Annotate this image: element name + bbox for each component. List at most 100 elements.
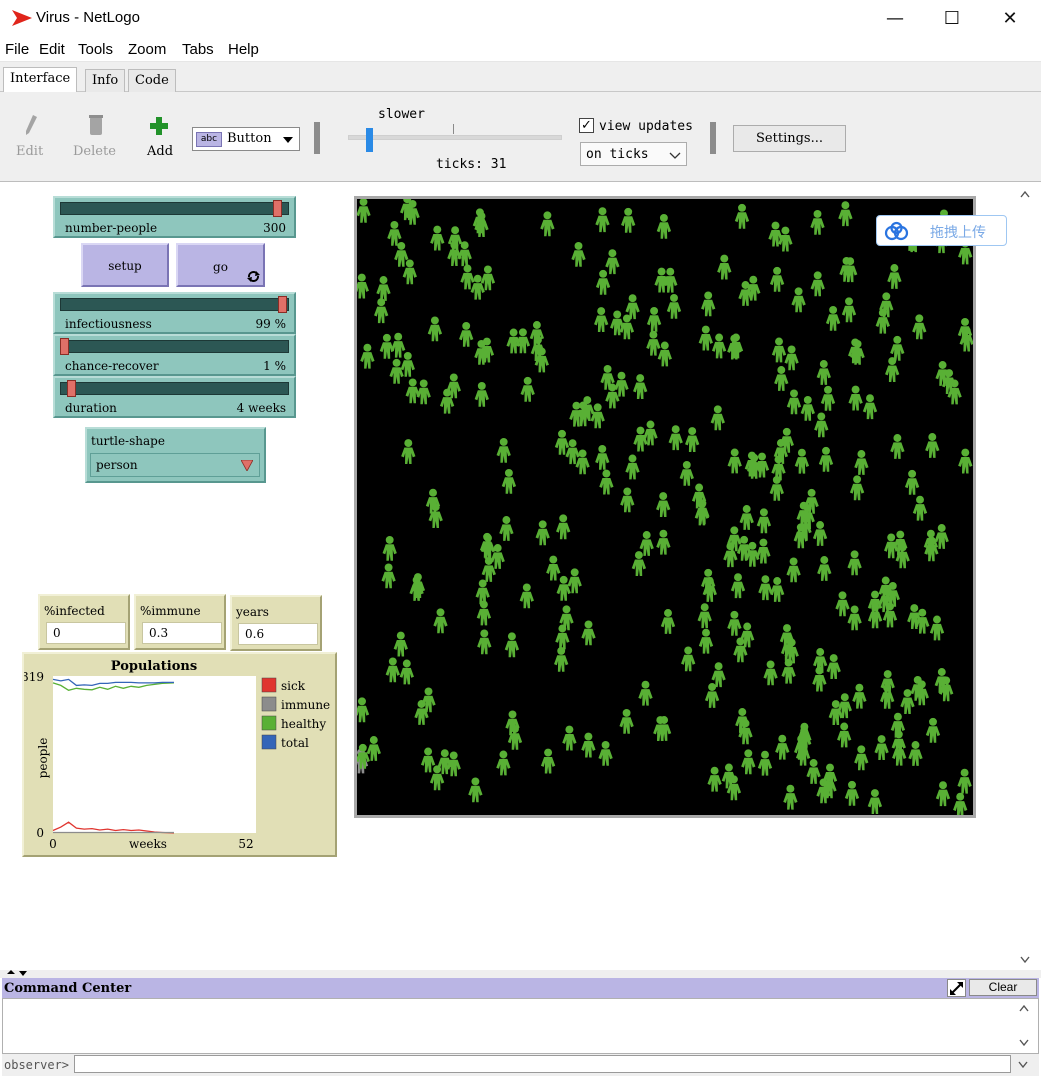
expand-icon bbox=[950, 982, 963, 995]
turtle-person bbox=[595, 444, 610, 470]
turtle-person bbox=[835, 591, 850, 617]
turtle-person bbox=[619, 314, 635, 340]
maximize-button[interactable]: ☐ bbox=[940, 8, 964, 30]
settings-button[interactable]: Settings... bbox=[733, 125, 846, 152]
turtle-person bbox=[496, 437, 511, 463]
tab-info[interactable]: Info bbox=[85, 69, 126, 92]
world-view[interactable] bbox=[353, 195, 976, 818]
chevron-down-icon[interactable] bbox=[1018, 1061, 1028, 1068]
x-axis-label: weeks bbox=[129, 837, 167, 851]
menu-zoom[interactable]: Zoom bbox=[128, 41, 166, 58]
chooser-dropdown[interactable]: person bbox=[90, 453, 260, 477]
menu-tools[interactable]: Tools bbox=[78, 41, 113, 58]
turtle-person bbox=[848, 385, 863, 411]
turtle-person bbox=[401, 439, 416, 464]
update-mode-dropdown[interactable]: on ticks bbox=[580, 142, 687, 166]
turtle-person bbox=[646, 306, 662, 332]
speed-slider[interactable] bbox=[348, 135, 562, 140]
turtle-person bbox=[707, 766, 722, 792]
speed-slider-thumb[interactable] bbox=[366, 128, 373, 152]
legend-label-healthy: healthy bbox=[281, 717, 326, 731]
turtle-person bbox=[710, 405, 725, 431]
turtle-person bbox=[581, 732, 596, 758]
slider-duration[interactable]: duration 4 weeks bbox=[53, 376, 296, 418]
slider-track bbox=[60, 202, 289, 215]
command-center-output[interactable] bbox=[2, 998, 1039, 1054]
slider-chance-recover[interactable]: chance-recover 1 % bbox=[53, 334, 296, 376]
delete-button[interactable]: Delete bbox=[72, 112, 122, 162]
view-updates-checkbox[interactable]: ✓ bbox=[579, 118, 594, 133]
turtle-person bbox=[402, 259, 417, 285]
turtle-person bbox=[786, 557, 801, 583]
edit-label: Edit bbox=[16, 144, 44, 159]
split-arrows-icon[interactable] bbox=[5, 970, 29, 978]
button-widget-icon: abc bbox=[196, 132, 222, 147]
turtle-person bbox=[477, 629, 492, 655]
turtle-person bbox=[810, 209, 825, 235]
turtle-person bbox=[405, 378, 420, 404]
clear-button[interactable]: Clear bbox=[969, 979, 1037, 996]
slider-thumb[interactable] bbox=[273, 200, 283, 217]
tab-code[interactable]: Code bbox=[128, 69, 176, 92]
turtle-person bbox=[501, 468, 517, 494]
turtle-person bbox=[554, 429, 570, 455]
turtle-person bbox=[741, 749, 756, 775]
agent-prompt[interactable]: observer> bbox=[4, 1058, 69, 1072]
add-button[interactable]: Add bbox=[144, 114, 176, 162]
turtle-person bbox=[400, 351, 415, 377]
turtle-person bbox=[852, 683, 867, 709]
cloud-upload-icon bbox=[884, 221, 909, 241]
turtle-person bbox=[953, 792, 968, 818]
turtle-person bbox=[354, 273, 369, 299]
slider-thumb[interactable] bbox=[277, 296, 287, 313]
setup-button[interactable]: setup bbox=[81, 243, 169, 287]
scroll-down-icon[interactable] bbox=[1020, 956, 1030, 963]
edit-button[interactable]: Edit bbox=[14, 112, 48, 162]
close-button[interactable]: ✕ bbox=[998, 8, 1022, 30]
slider-number-people[interactable]: number-people 300 bbox=[53, 196, 296, 238]
tab-interface[interactable]: Interface bbox=[3, 67, 78, 93]
menu-edit[interactable]: Edit bbox=[39, 41, 65, 58]
turtle-person bbox=[730, 573, 746, 599]
scroll-down-icon[interactable] bbox=[1019, 1039, 1029, 1046]
legend-label-immune: immune bbox=[281, 698, 330, 712]
interface-scrollbar[interactable] bbox=[1014, 183, 1036, 970]
turtle-person bbox=[656, 213, 672, 239]
delete-label: Delete bbox=[73, 144, 116, 159]
menu-tabs[interactable]: Tabs bbox=[182, 41, 214, 58]
turtle-person bbox=[621, 207, 636, 233]
slider-infectiousness[interactable]: infectiousness 99 % bbox=[53, 292, 296, 334]
turtle-person bbox=[786, 389, 802, 415]
world-canvas bbox=[353, 195, 974, 818]
turtle-person bbox=[657, 341, 672, 367]
chevron-down-icon bbox=[669, 152, 681, 159]
upload-badge[interactable]: 拖拽上传 bbox=[876, 215, 1007, 246]
command-input[interactable] bbox=[74, 1055, 1011, 1073]
turtle-person bbox=[890, 335, 905, 361]
widget-type-dropdown[interactable]: abc Button bbox=[192, 127, 300, 151]
turtle-person bbox=[457, 241, 472, 267]
turtle-person bbox=[685, 427, 700, 452]
slider-thumb[interactable] bbox=[60, 338, 69, 355]
turtle-person bbox=[459, 321, 474, 347]
command-center-divider[interactable] bbox=[0, 970, 1041, 978]
menu-help[interactable]: Help bbox=[228, 41, 259, 58]
monitor-immune: %immune 0.3 bbox=[134, 594, 226, 650]
scroll-up-icon[interactable] bbox=[1019, 1005, 1029, 1012]
turtle-person bbox=[763, 660, 778, 686]
slider-thumb[interactable] bbox=[66, 380, 76, 397]
menu-file[interactable]: File bbox=[5, 41, 29, 58]
slider-value: 4 weeks bbox=[236, 401, 286, 415]
go-button[interactable]: go bbox=[176, 243, 265, 287]
legend-swatch-total bbox=[261, 734, 277, 750]
scroll-up-icon[interactable] bbox=[1020, 191, 1030, 198]
minimize-button[interactable]: — bbox=[883, 8, 907, 30]
chooser-turtle-shape[interactable]: turtle-shape person bbox=[85, 427, 266, 483]
trash-icon bbox=[89, 115, 103, 135]
slider-value: 99 % bbox=[255, 317, 287, 331]
y-tick-label: 319 bbox=[24, 670, 44, 684]
command-center-header: Command Center Clear bbox=[2, 978, 1039, 998]
monitor-value: 0.3 bbox=[142, 622, 222, 644]
expand-button[interactable] bbox=[947, 979, 966, 997]
turtle-person bbox=[816, 360, 831, 385]
